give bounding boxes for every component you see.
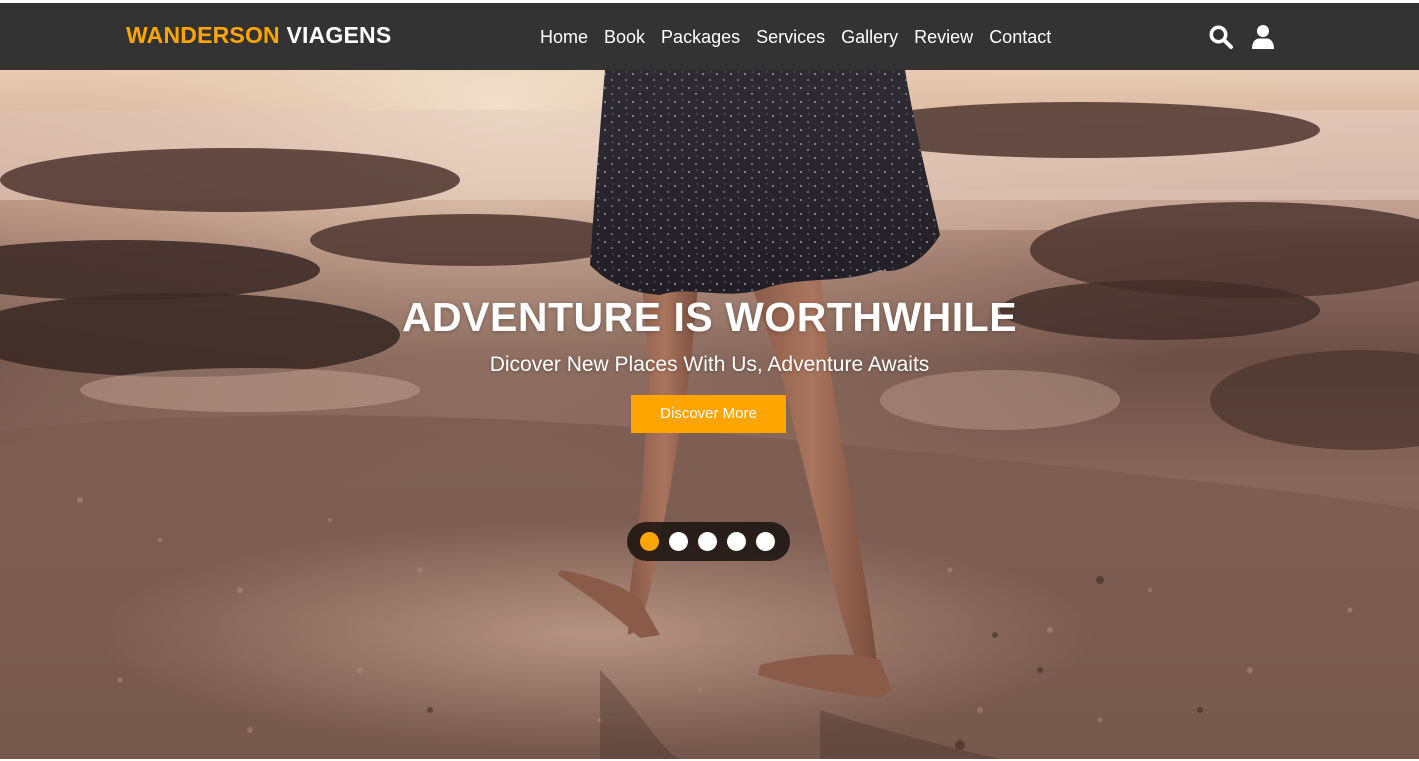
hero-title: ADVENTURE IS WORTHWHILE [401, 294, 1018, 340]
header-icons [1208, 24, 1276, 50]
slider-dot-2[interactable] [669, 532, 688, 551]
user-icon[interactable] [1250, 24, 1276, 50]
nav-item-packages[interactable]: Packages [653, 24, 748, 50]
nav-item-contact[interactable]: Contact [981, 24, 1059, 50]
logo-accent-text: WANDERSON [126, 22, 280, 48]
slider-pagination [627, 522, 790, 561]
nav-item-book[interactable]: Book [596, 24, 653, 50]
discover-more-button[interactable]: Discover More [631, 395, 786, 433]
nav-item-review[interactable]: Review [906, 24, 981, 50]
slider-dot-5[interactable] [756, 532, 775, 551]
slider-dot-1[interactable] [640, 532, 659, 551]
slider-dot-4[interactable] [727, 532, 746, 551]
nav-item-home[interactable]: Home [532, 24, 596, 50]
main-nav: Home Book Packages Services Gallery Revi… [532, 24, 1059, 50]
site-logo[interactable]: WANDERSON VIAGENS [126, 22, 391, 49]
page: WANDERSON VIAGENS Home Book Packages Ser… [0, 0, 1419, 761]
nav-item-gallery[interactable]: Gallery [833, 24, 906, 50]
slider-dot-3[interactable] [698, 532, 717, 551]
hero-subtitle: Dicover New Places With Us, Adventure Aw… [489, 353, 930, 376]
hero-section: ADVENTURE IS WORTHWHILE Dicover New Plac… [0, 70, 1419, 759]
nav-item-services[interactable]: Services [748, 24, 833, 50]
logo-rest-text: VIAGENS [286, 22, 392, 48]
search-icon[interactable] [1208, 24, 1234, 50]
site-header: WANDERSON VIAGENS Home Book Packages Ser… [0, 3, 1419, 70]
